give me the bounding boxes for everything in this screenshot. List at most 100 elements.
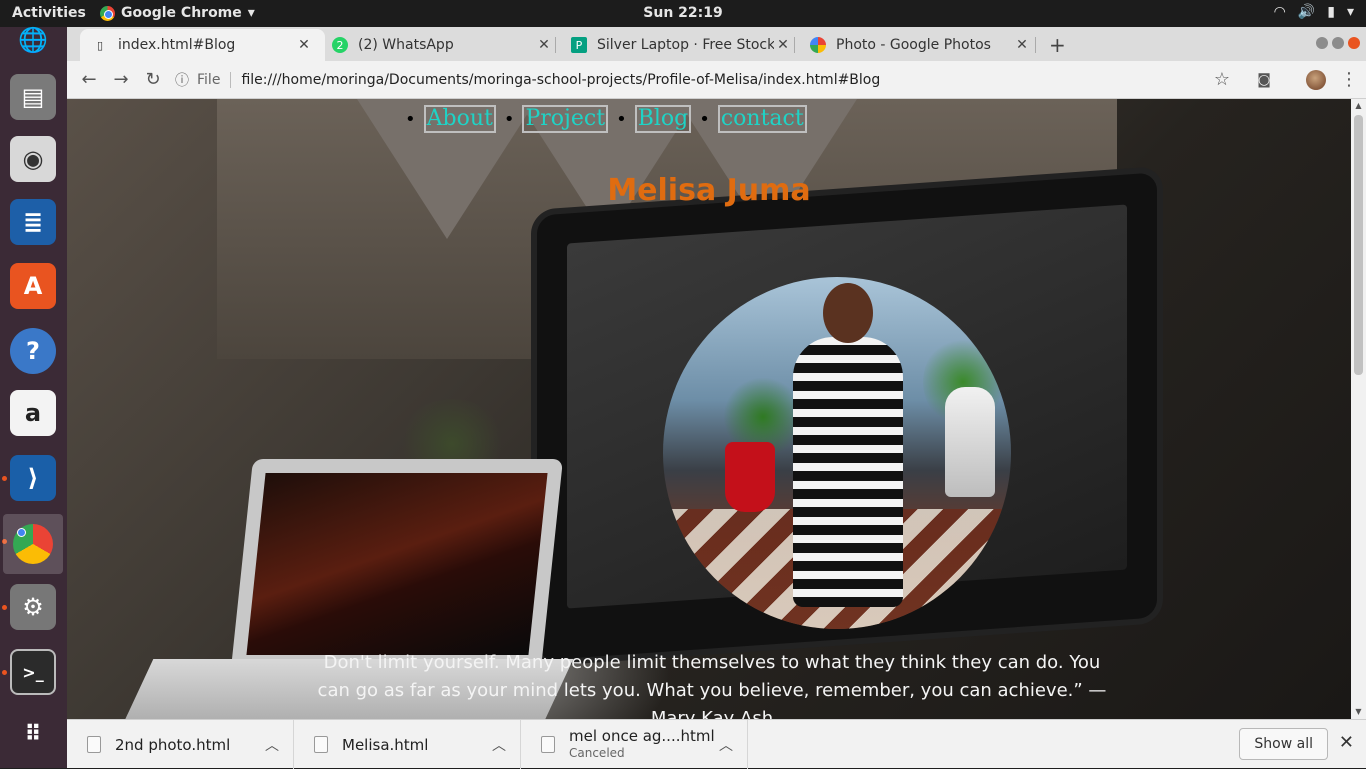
tab-whatsapp[interactable]: 2 (2) WhatsApp ✕ — [320, 29, 565, 61]
download-item[interactable]: Melisa.html ︿ — [294, 720, 521, 769]
window-controls — [1316, 37, 1360, 49]
file-icon — [541, 736, 555, 753]
info-icon[interactable]: ⓘ — [175, 70, 189, 90]
back-arrow-icon[interactable]: ← — [77, 68, 101, 92]
nav-about-link[interactable]: About — [423, 105, 496, 133]
scroll-down-arrow-icon[interactable]: ▼ — [1351, 705, 1366, 719]
tab-google-photos[interactable]: Photo - Google Photos ✕ — [798, 29, 1043, 61]
writer-document-icon[interactable]: ≣ — [10, 199, 56, 245]
profile-name: Melisa Juma — [607, 173, 811, 208]
download-info: mel once ag....html Canceled — [569, 728, 719, 761]
os-top-bar: Activities Google Chrome ▾ Sun 22:19 ◠ 🔊… — [0, 0, 1366, 27]
wifi-icon[interactable]: ◠ — [1274, 4, 1286, 20]
tab-separator — [555, 37, 556, 53]
close-icon[interactable]: ✕ — [295, 37, 313, 53]
tab-title: Photo - Google Photos — [836, 37, 991, 53]
nav-bullet: • — [405, 108, 416, 130]
whatsapp-icon: 2 — [332, 37, 348, 53]
tab-separator — [794, 37, 795, 53]
tab-index-blog[interactable]: ▯ index.html#Blog ✕ — [80, 29, 325, 61]
show-all-button[interactable]: Show all — [1239, 728, 1328, 760]
running-indicator — [2, 670, 7, 675]
close-icon[interactable]: ✕ — [1013, 37, 1031, 53]
download-info: Melisa.html — [342, 737, 492, 753]
page-scrollbar[interactable]: ▲ ▼ — [1351, 99, 1366, 719]
close-icon[interactable]: ✕ — [774, 37, 792, 53]
page-icon: ▯ — [96, 38, 104, 52]
speaker-icon[interactable]: ◉ — [10, 136, 56, 182]
download-info: 2nd photo.html — [115, 737, 265, 753]
close-window-icon[interactable] — [1348, 37, 1360, 49]
forward-arrow-icon[interactable]: → — [109, 68, 133, 92]
chevron-up-icon[interactable]: ︿ — [719, 735, 733, 755]
scheme-label: File — [197, 72, 232, 88]
settings-tools-icon[interactable]: ⚙ — [10, 584, 56, 630]
site-nav: • About • Project • Blog • contact — [397, 105, 807, 133]
vscode-icon[interactable]: ⟩ — [10, 455, 56, 501]
show-apps-grid-icon[interactable]: ⠿ — [10, 711, 56, 757]
download-shelf: 2nd photo.html ︿ Melisa.html ︿ mel once … — [67, 719, 1366, 769]
app-menu[interactable]: Google Chrome ▾ — [100, 5, 255, 21]
running-indicator — [2, 605, 7, 610]
menu-kebab-icon[interactable]: ⋮ — [1337, 68, 1361, 92]
terminal-icon[interactable]: >_ — [10, 649, 56, 695]
file-cabinet-icon[interactable]: ▤ — [10, 74, 56, 120]
volume-icon[interactable]: 🔊 — [1298, 4, 1315, 20]
amazon-icon[interactable]: a — [10, 390, 56, 436]
close-icon[interactable]: ✕ — [535, 37, 553, 53]
download-status: Canceled — [569, 746, 625, 760]
activities-button[interactable]: Activities — [12, 5, 86, 21]
google-photos-icon — [810, 37, 826, 53]
scroll-up-arrow-icon[interactable]: ▲ — [1351, 99, 1366, 113]
tab-title: index.html#Blog — [118, 37, 236, 53]
launcher-dock: 🌐 ▤ ◉ ≣ A ? a ⟩ ⚙ >_ ⠿ — [0, 26, 67, 768]
chrome-window: ▯ index.html#Blog ✕ 2 (2) WhatsApp ✕ P S… — [67, 27, 1366, 769]
app-name: Google Chrome — [121, 5, 242, 21]
chevron-up-icon[interactable]: ︿ — [265, 735, 279, 755]
clock[interactable]: Sun 22:19 — [643, 5, 722, 21]
nav-contact-link[interactable]: contact — [717, 105, 807, 133]
tab-silver-laptop[interactable]: P Silver Laptop · Free Stock ✕ — [559, 29, 804, 61]
chevron-up-icon[interactable]: ︿ — [492, 735, 506, 755]
profile-avatar[interactable] — [1306, 70, 1326, 90]
bookmark-star-icon[interactable]: ☆ — [1210, 68, 1234, 92]
file-icon — [87, 736, 101, 753]
close-icon[interactable]: ✕ — [1339, 732, 1354, 753]
download-filename: mel once ag....html — [569, 727, 715, 745]
chrome-launcher-icon[interactable] — [3, 514, 63, 574]
pexels-icon: P — [571, 37, 587, 53]
browser-toolbar: ← → ↻ ⓘ File file:///home/moringa/Docume… — [67, 61, 1366, 99]
chrome-icon — [100, 5, 115, 21]
url-text[interactable]: file:///home/moringa/Documents/moringa-s… — [241, 72, 880, 88]
nav-bullet: • — [503, 108, 515, 130]
quote-text: Don't limit yourself. Many people limit … — [317, 652, 1107, 719]
profile-photo — [663, 277, 1011, 629]
firefox-icon[interactable]: 🌐 — [10, 26, 56, 54]
download-filename: 2nd photo.html — [115, 735, 231, 754]
page-viewport: • About • Project • Blog • contact Melis… — [67, 99, 1351, 719]
background-laptop — [230, 459, 564, 669]
chevron-down-icon[interactable]: ▾ — [1347, 4, 1354, 20]
help-icon[interactable]: ? — [10, 328, 56, 374]
extension-icon[interactable]: ◙ — [1252, 68, 1276, 92]
new-tab-plus-icon[interactable]: + — [1049, 33, 1066, 57]
nav-project-link[interactable]: Project — [522, 105, 609, 133]
nav-blog-link[interactable]: Blog — [634, 105, 692, 133]
battery-icon[interactable]: ▮ — [1327, 4, 1335, 20]
chevron-down-icon: ▾ — [247, 5, 255, 21]
software-store-icon[interactable]: A — [10, 263, 56, 309]
reload-icon[interactable]: ↻ — [141, 68, 165, 92]
address-bar[interactable]: ⓘ File file:///home/moringa/Documents/mo… — [175, 66, 1195, 94]
nav-bullet: • — [699, 108, 710, 130]
download-item[interactable]: 2nd photo.html ︿ — [67, 720, 294, 769]
running-indicator — [2, 476, 7, 481]
download-item[interactable]: mel once ag....html Canceled ︿ — [521, 720, 748, 769]
scroll-thumb[interactable] — [1354, 115, 1363, 375]
nav-bullet: • — [616, 108, 627, 130]
download-filename: Melisa.html — [342, 735, 429, 754]
maximize-icon[interactable] — [1332, 37, 1344, 49]
tab-title: Silver Laptop · Free Stock — [597, 37, 774, 53]
minimize-icon[interactable] — [1316, 37, 1328, 49]
system-tray[interactable]: ◠ 🔊 ▮ ▾ — [1274, 4, 1354, 20]
file-icon — [314, 736, 328, 753]
